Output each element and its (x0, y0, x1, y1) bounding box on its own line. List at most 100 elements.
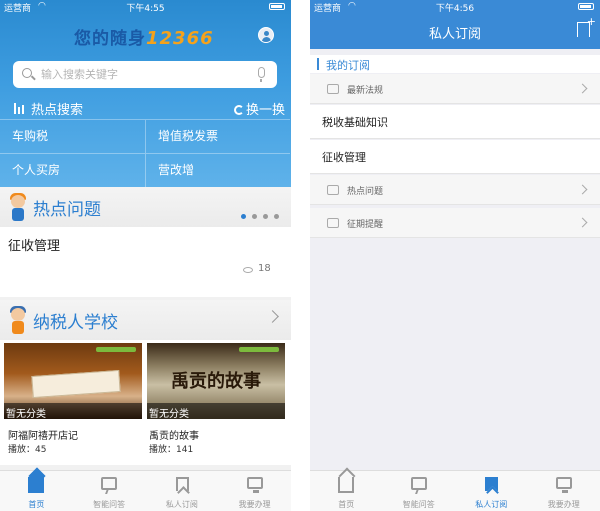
tab-label: 我要办理 (547, 500, 580, 509)
school-header[interactable]: 纳税人学校 (0, 300, 291, 340)
nav-bar: 运营商 ◠ 下午4:56 私人订阅 (310, 0, 600, 49)
carousel-dots (235, 204, 279, 223)
chevron-right-icon[interactable] (266, 310, 279, 323)
video-title[interactable]: 禹贡的故事 (149, 427, 199, 442)
item-label: 税收基础知识 (322, 116, 388, 129)
tab-subscription[interactable]: 私人订阅 (146, 471, 219, 511)
tab-subscription[interactable]: 私人订阅 (455, 471, 528, 511)
page-title: 私人订阅 (428, 27, 481, 42)
group-label: 热点问题 (347, 187, 384, 197)
home-screen: 运营商 ◠ 下午4:55 您的随身12366 热点搜索 换一换 车购税 增值税发… (0, 0, 291, 511)
school-videos: 暂无分类 阿福阿禧开店记 播放：45 禹贡的故事 暂无分类 禹贡的故事 播放：1… (0, 340, 291, 465)
battery-icon (578, 3, 594, 10)
status-time: 下午4:55 (126, 4, 165, 14)
home-icon (338, 477, 355, 493)
hot-issues-header: 热点问题 (0, 187, 291, 227)
home-icon (28, 477, 45, 493)
hot-search-item[interactable]: 营改增 (145, 153, 290, 187)
item-label: 征收管理 (322, 151, 366, 164)
subscription-group-hot-issues[interactable]: 热点问题 (310, 175, 600, 205)
image-icon (327, 218, 339, 228)
channel-logo (239, 347, 279, 352)
my-subscriptions-header: 我的订阅 (310, 55, 600, 73)
tab-home[interactable]: 首页 (310, 471, 383, 511)
tab-home[interactable]: 首页 (0, 471, 73, 511)
brand-prefix: 您的随身 (74, 29, 146, 49)
hot-issue-text: 征收管理 (8, 239, 61, 254)
video-category: 暂无分类 (147, 403, 285, 419)
refresh-label: 换一换 (245, 103, 285, 118)
video-artwork (31, 369, 121, 399)
mascot-icon (8, 306, 28, 334)
tab-label: 首页 (338, 500, 355, 509)
video-thumbnail[interactable]: 禹贡的故事 暂无分类 (147, 343, 285, 419)
microphone-icon[interactable] (258, 67, 265, 82)
chat-icon (410, 477, 427, 490)
search-bar[interactable] (13, 61, 277, 88)
status-time: 下午4:56 (435, 4, 475, 14)
status-bar: 运营商 ◠ 下午4:55 (0, 0, 291, 14)
section-marker (317, 58, 319, 70)
image-icon (327, 185, 339, 195)
bookmark-icon (485, 477, 499, 491)
group-label: 最新法规 (347, 86, 384, 96)
section-title: 我的订阅 (326, 59, 370, 72)
tab-bar: 首页 智能问答 私人订阅 我要办理 (0, 470, 291, 511)
brand-title: 您的随身12366 (74, 24, 214, 49)
screen-icon (555, 477, 572, 493)
tab-smart-qa[interactable]: 智能问答 (73, 471, 146, 511)
hot-search-item[interactable]: 车购税 (0, 119, 145, 153)
bar-chart-icon (14, 103, 26, 114)
chevron-right-icon (577, 217, 588, 228)
video-title[interactable]: 阿福阿禧开店记 (8, 427, 78, 442)
chevron-right-icon (577, 83, 588, 94)
search-icon (22, 68, 32, 78)
subscription-item[interactable]: 税收基础知识 (310, 105, 600, 139)
tab-label: 我要办理 (238, 500, 271, 509)
refresh-button[interactable]: 换一换 (233, 99, 285, 118)
image-icon (327, 84, 339, 94)
eye-icon (243, 267, 253, 273)
subscription-item[interactable]: 征收管理 (310, 140, 600, 174)
subscription-screen: 运营商 ◠ 下午4:56 私人订阅 我的订阅 最新法规 税收基础知识 征收管理 … (310, 0, 600, 511)
hot-search-grid: 车购税 增值税发票 个人买房 营改增 (0, 119, 291, 187)
bookmark-icon (175, 477, 189, 491)
hot-search-item[interactable]: 增值税发票 (145, 119, 290, 153)
tab-services[interactable]: 我要办理 (218, 471, 291, 511)
video-calligraphy: 禹贡的故事 (171, 371, 261, 392)
status-bar: 运营商 ◠ 下午4:56 (310, 0, 600, 14)
hot-search-item[interactable]: 个人买房 (0, 153, 145, 187)
hot-issues-title: 热点问题 (33, 200, 101, 220)
tab-smart-qa[interactable]: 智能问答 (383, 471, 456, 511)
add-bookmark-icon[interactable] (577, 15, 596, 37)
mascot-icon (8, 193, 28, 221)
user-icon[interactable] (258, 27, 274, 43)
tab-label: 智能问答 (93, 500, 126, 509)
search-input[interactable] (41, 66, 241, 83)
school-title: 纳税人学校 (33, 313, 118, 333)
hot-issue-card[interactable]: 征收管理 18 (0, 227, 291, 297)
hero-banner: 运营商 ◠ 下午4:55 您的随身12366 热点搜索 换一换 车购税 增值税发… (0, 0, 291, 187)
tab-label: 首页 (28, 500, 45, 509)
tab-services[interactable]: 我要办理 (528, 471, 600, 511)
channel-logo (96, 347, 136, 352)
video-plays: 播放：141 (149, 445, 194, 455)
refresh-icon (233, 105, 244, 115)
tab-label: 智能问答 (402, 500, 435, 509)
tab-label: 私人订阅 (165, 500, 198, 509)
group-label: 征期提醒 (347, 220, 384, 230)
tab-bar: 首页 智能问答 私人订阅 我要办理 (310, 470, 600, 511)
subscription-group-tax-reminder[interactable]: 征期提醒 (310, 208, 600, 238)
chat-icon (101, 477, 118, 490)
video-plays: 播放：45 (8, 445, 47, 455)
brand-number: 12366 (146, 28, 214, 49)
tab-label: 私人订阅 (475, 500, 508, 509)
subscription-group-latest-regulations[interactable]: 最新法规 (310, 74, 600, 104)
view-count: 18 (258, 263, 271, 274)
video-thumbnail[interactable]: 暂无分类 (4, 343, 142, 419)
screen-icon (246, 477, 263, 493)
video-category: 暂无分类 (4, 403, 142, 419)
hot-search-title: 热点搜索 (31, 103, 84, 118)
chevron-right-icon (577, 184, 588, 195)
battery-icon (269, 3, 285, 10)
